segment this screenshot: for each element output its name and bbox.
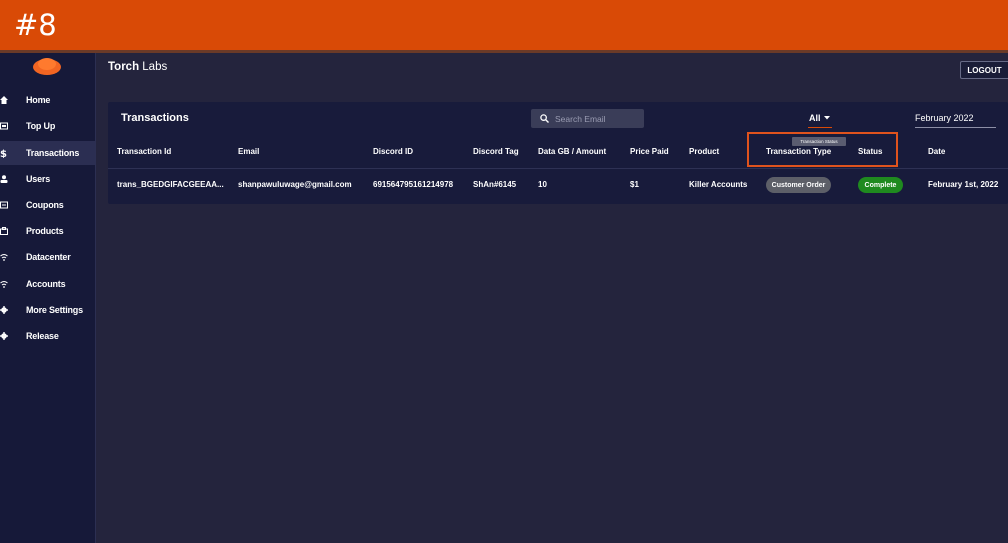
chevron-down-icon xyxy=(823,116,830,120)
wifi-icon xyxy=(0,253,26,261)
type-filter-dropdown[interactable]: All xyxy=(809,113,830,123)
sidebar-item-products[interactable]: Products xyxy=(0,219,95,243)
sidebar-item-label: Datacenter xyxy=(26,252,71,262)
sidebar-item-label: More Settings xyxy=(26,305,83,315)
user-icon xyxy=(0,175,26,183)
cell-transaction-id: trans_BGEDGIFACGEEAA... xyxy=(117,180,224,189)
column-header-email[interactable]: Email xyxy=(238,147,259,156)
search-input[interactable] xyxy=(549,113,635,124)
gear-icon xyxy=(0,306,26,314)
cell-discord-id: 691564795161214978 xyxy=(373,180,454,189)
highlight-box xyxy=(747,132,898,167)
column-header-date[interactable]: Date xyxy=(928,147,945,156)
sidebar-item-accounts[interactable]: Accounts xyxy=(0,272,95,296)
home-icon xyxy=(0,96,26,104)
cell-discord-tag: ShAn#6145 xyxy=(473,180,517,189)
sidebar-item-top-up[interactable]: Top Up xyxy=(0,114,95,138)
wifi-icon xyxy=(0,280,26,288)
sidebar-item-transactions[interactable]: $ Transactions xyxy=(0,141,95,165)
sidebar-item-more-settings[interactable]: More Settings xyxy=(0,298,95,322)
banner-title: #8 xyxy=(14,8,57,42)
sidebar-item-coupons[interactable]: Coupons xyxy=(0,193,95,217)
gear-icon xyxy=(0,332,26,340)
brand-name: Torch Labs xyxy=(108,61,167,73)
cell-amount: 10 xyxy=(538,180,547,189)
sidebar-item-home[interactable]: Home xyxy=(0,88,95,112)
sidebar-item-label: Release xyxy=(26,331,59,341)
sidebar-item-label: Coupons xyxy=(26,200,64,210)
sidebar-item-release[interactable]: Release xyxy=(0,324,95,348)
sidebar: Home Top Up $ Transactions Users Coupons… xyxy=(0,53,96,543)
sidebar-item-label: Products xyxy=(26,226,64,236)
transactions-title: Transactions xyxy=(121,112,189,124)
month-filter[interactable]: February 2022 xyxy=(915,113,996,128)
svg-text:$: $ xyxy=(0,149,7,158)
sidebar-item-datacenter[interactable]: Datacenter xyxy=(0,245,95,269)
column-header-data-amount[interactable]: Data GB / Amount xyxy=(538,147,606,156)
cell-product: Killer Accounts xyxy=(689,180,748,189)
products-icon xyxy=(0,227,26,235)
column-header-transaction-id[interactable]: Transaction Id xyxy=(117,147,171,156)
sidebar-item-label: Transactions xyxy=(26,148,80,158)
table-header-divider xyxy=(108,168,1008,169)
type-filter-value: All xyxy=(809,113,821,123)
transaction-type-badge: Customer Order xyxy=(766,177,831,193)
search-icon xyxy=(540,114,549,123)
cell-date: February 1st, 2022 xyxy=(928,180,999,189)
type-filter-underline xyxy=(808,127,832,128)
sidebar-item-users[interactable]: Users xyxy=(0,167,95,191)
dollar-icon: $ xyxy=(0,148,26,158)
sidebar-item-label: Users xyxy=(26,174,51,184)
sidebar-item-label: Top Up xyxy=(26,121,56,131)
torch-logo-icon xyxy=(33,58,61,75)
sidebar-item-label: Home xyxy=(26,95,51,105)
cell-email: shanpawuluwage@gmail.com xyxy=(238,180,352,189)
column-header-price-paid[interactable]: Price Paid xyxy=(630,147,669,156)
sidebar-item-label: Accounts xyxy=(26,279,66,289)
top-up-icon xyxy=(0,122,26,130)
brand-bold: Torch xyxy=(108,61,140,73)
column-header-discord-tag[interactable]: Discord Tag xyxy=(473,147,519,156)
status-badge: Complete xyxy=(858,177,903,193)
search-box[interactable] xyxy=(531,109,644,128)
cell-price: $1 xyxy=(630,180,639,189)
logout-button[interactable]: LOGOUT xyxy=(960,61,1008,79)
column-header-discord-id[interactable]: Discord ID xyxy=(373,147,413,156)
brand-rest: Labs xyxy=(139,61,168,73)
coupon-icon xyxy=(0,201,26,209)
top-banner: #8 xyxy=(0,0,1008,50)
column-header-product[interactable]: Product xyxy=(689,147,719,156)
banner-divider xyxy=(0,50,1008,53)
